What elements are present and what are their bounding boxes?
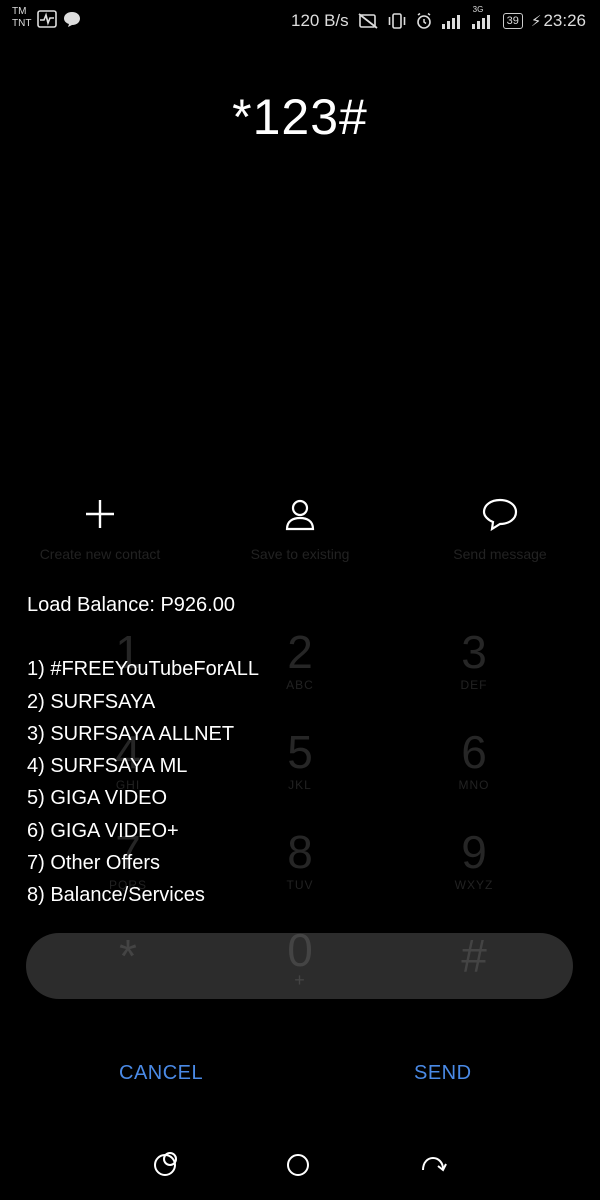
ussd-option-6: 6) GIGA VIDEO+ bbox=[27, 819, 179, 842]
key-digit: 6 bbox=[461, 726, 487, 778]
vibrate-icon bbox=[388, 13, 405, 29]
carrier-label: TM TNT bbox=[12, 6, 31, 30]
key-9[interactable]: 9 WXYZ bbox=[384, 826, 564, 892]
ussd-option-1: 1) #FREEYouTubeForALL bbox=[27, 658, 259, 681]
key-digit: 0 bbox=[287, 924, 313, 976]
charging-icon: ⚡ bbox=[530, 13, 542, 30]
battery-icon: 39 bbox=[502, 13, 523, 29]
ussd-option-4: 4) SURFSAYA ML bbox=[27, 755, 188, 778]
ussd-option-5: 5) GIGA VIDEO bbox=[27, 787, 168, 810]
alarm-icon bbox=[416, 12, 431, 29]
key-digit: 3 bbox=[461, 626, 487, 678]
network-type: 3G bbox=[472, 5, 484, 14]
carrier-line-2: TNT bbox=[12, 18, 32, 29]
balance-line: Load Balance: P926.00 bbox=[27, 594, 235, 616]
ussd-option-2: 2) SURFSAYA bbox=[27, 690, 156, 713]
status-bar: TM TNT 120 B/s 3G 39 ⚡ 23:26 bbox=[0, 0, 600, 44]
home-icon[interactable] bbox=[286, 1148, 314, 1178]
status-icons: 120 B/s 3G 39 ⚡ 23:26 bbox=[291, 5, 586, 32]
create-contact-label: Create new contact bbox=[39, 546, 161, 562]
key-hash[interactable]: # bbox=[384, 930, 564, 982]
key-3[interactable]: 3 DEF bbox=[384, 626, 564, 692]
chat-bubble-icon bbox=[482, 498, 518, 532]
ussd-option-3: 3) SURFSAYA ALLNET bbox=[27, 722, 235, 745]
save-existing-label: Save to existing bbox=[250, 546, 350, 562]
person-icon bbox=[285, 499, 315, 531]
ussd-option-7: 7) Other Offers bbox=[27, 852, 161, 875]
signal-icon bbox=[441, 15, 460, 29]
key-digit: # bbox=[461, 930, 487, 982]
ussd-option-8: 8) Balance/Services bbox=[27, 884, 205, 907]
key-star[interactable]: * bbox=[38, 930, 218, 982]
no-sim-icon bbox=[358, 13, 378, 29]
dialed-number[interactable]: *123# bbox=[0, 88, 600, 146]
ussd-message: Load Balance: P926.00 1) #FREEYouTubeFor… bbox=[27, 589, 259, 912]
key-digit: * bbox=[119, 930, 137, 982]
send-message-label: Send message bbox=[453, 546, 547, 562]
plus-icon bbox=[86, 500, 114, 528]
key-letters: WXYZ bbox=[454, 878, 494, 892]
key-letters: MNO bbox=[458, 778, 490, 792]
clock: 23:26 bbox=[543, 11, 586, 30]
recents-icon[interactable] bbox=[152, 1148, 180, 1178]
net-speed: 120 B/s bbox=[291, 11, 349, 30]
cancel-button[interactable]: CANCEL bbox=[119, 1062, 203, 1085]
send-message-action[interactable]: Send message bbox=[400, 496, 600, 562]
activity-icon bbox=[37, 10, 57, 28]
key-0[interactable]: 0 + bbox=[210, 924, 390, 991]
key-letters: + bbox=[294, 970, 306, 990]
message-icon bbox=[64, 12, 80, 27]
key-digit: 9 bbox=[461, 826, 487, 878]
signal-icon-2 bbox=[471, 15, 490, 29]
back-icon[interactable] bbox=[418, 1148, 448, 1178]
send-button[interactable]: SEND bbox=[414, 1062, 472, 1085]
key-letters: DEF bbox=[460, 678, 488, 692]
key-6[interactable]: 6 MNO bbox=[384, 726, 564, 792]
create-contact-action[interactable]: Create new contact bbox=[0, 496, 200, 562]
signal-3g: 3G bbox=[471, 5, 495, 30]
save-existing-action[interactable]: Save to existing bbox=[200, 496, 400, 562]
navigation-bar bbox=[0, 1148, 600, 1184]
carrier-line-1: TM bbox=[12, 6, 27, 17]
